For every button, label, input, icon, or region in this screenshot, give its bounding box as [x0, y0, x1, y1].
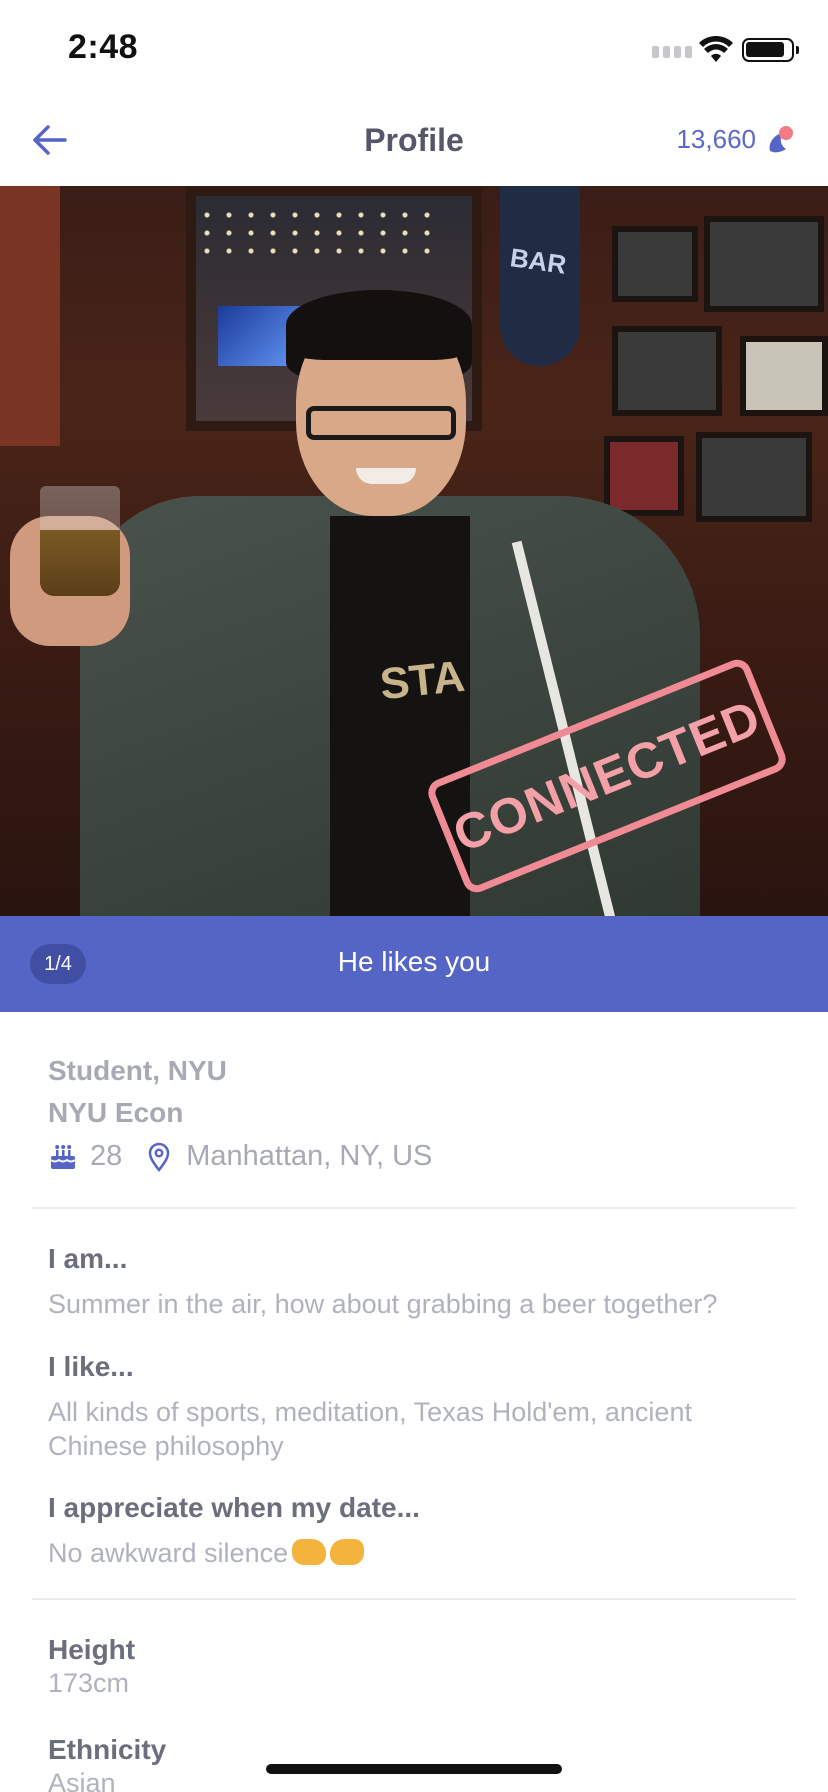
location: Manhattan, NY, US — [186, 1140, 433, 1172]
shirt-text: STA — [377, 651, 468, 710]
navigation-bar: Profile 13,660 — [0, 100, 828, 186]
prompt-answer-row: No awkward silence — [48, 1536, 788, 1570]
prompt-item: I am... Summer in the air, how about gra… — [48, 1243, 788, 1321]
birthday-cake-icon — [50, 1144, 76, 1169]
cellular-signal-icon — [652, 46, 692, 58]
home-indicator[interactable] — [266, 1764, 562, 1774]
prompt-question: I am... — [48, 1243, 128, 1274]
beer-glass — [40, 486, 120, 596]
prompt-question: I like... — [48, 1351, 134, 1382]
ethnicity-label: Ethnicity — [48, 1734, 167, 1765]
bar-sign: BAR — [500, 186, 580, 366]
profile-photo[interactable]: BAR STA CONNECTED — [0, 186, 828, 916]
divider — [32, 1207, 796, 1209]
likes-banner: 1/4 He likes you — [0, 916, 828, 1012]
picture-frame — [604, 436, 684, 516]
occupation-block: Student, NYU NYU Econ — [48, 1050, 788, 1134]
picture-frame — [612, 326, 722, 416]
coin-count: 13,660 — [676, 124, 756, 154]
height-block: Height 173cm — [48, 1634, 788, 1700]
job-title: Student, NYU — [48, 1055, 227, 1086]
picture-frame — [704, 216, 824, 312]
picture-frame — [612, 226, 698, 302]
divider — [32, 1598, 796, 1600]
age: 28 — [90, 1140, 123, 1172]
prompt-item: I appreciate when my date... No awkward … — [48, 1492, 788, 1570]
school: NYU Econ — [48, 1097, 184, 1128]
height-label: Height — [48, 1634, 136, 1665]
status-bar: 2:48 — [0, 0, 828, 100]
wifi-icon — [699, 35, 733, 62]
picture-frame — [696, 432, 812, 522]
picture-frame — [740, 336, 828, 416]
fist-bump-emoji-icon — [330, 1539, 365, 1565]
hair-top — [286, 290, 472, 360]
coin-icon — [769, 125, 793, 152]
ethnicity-block: Ethnicity Asian — [48, 1734, 788, 1792]
status-time: 2:48 — [68, 28, 139, 66]
height-value: 173cm — [48, 1668, 130, 1698]
prompt-question: I appreciate when my date... — [48, 1492, 420, 1523]
likes-text: He likes you — [337, 946, 491, 977]
string-lights — [196, 206, 436, 266]
prompt-item: I like... All kinds of sports, meditatio… — [48, 1351, 788, 1463]
prompt-answer: Summer in the air, how about grabbing a … — [48, 1289, 718, 1319]
battery-icon — [742, 38, 799, 62]
glasses — [306, 406, 456, 440]
coin-balance[interactable]: 13,660 — [676, 124, 794, 155]
basic-info: 28 Manhattan, NY, US — [48, 1140, 788, 1173]
location-pin-icon — [149, 1142, 170, 1172]
fist-bump-emoji-icon — [292, 1539, 327, 1565]
prompt-answer: No awkward silence — [48, 1538, 289, 1568]
prompt-answer: All kinds of sports, meditation, Texas H… — [48, 1397, 692, 1461]
bar-sign-text: BAR — [508, 242, 569, 280]
shirt — [330, 516, 470, 916]
smile — [356, 468, 416, 484]
wall-panel — [0, 186, 60, 446]
